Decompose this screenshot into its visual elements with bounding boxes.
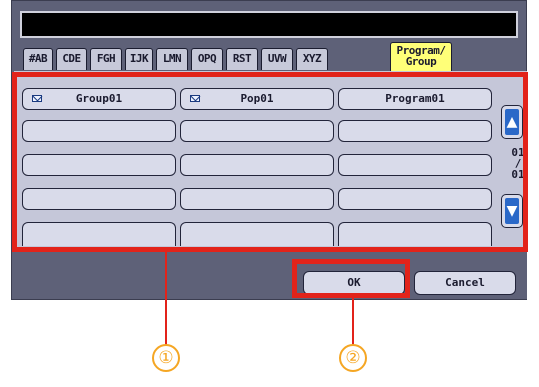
cancel-button[interactable]: Cancel xyxy=(414,271,516,295)
callout-marker-2: ② xyxy=(339,344,367,372)
tab-cde[interactable]: CDE xyxy=(56,48,87,70)
tab-xyz[interactable]: XYZ xyxy=(296,48,328,70)
tab-ijk[interactable]: IJK xyxy=(125,48,153,70)
callout-leader-line xyxy=(352,298,354,345)
tab-ab[interactable]: #AB xyxy=(23,48,53,70)
tab-program-group[interactable]: Program/ Group xyxy=(390,42,452,71)
tab-lmn[interactable]: LMN xyxy=(156,48,188,70)
tab-uvw[interactable]: UVW xyxy=(261,48,293,70)
callout-leader-line xyxy=(165,252,167,345)
address-display xyxy=(20,11,518,38)
callout-marker-1: ① xyxy=(152,344,180,372)
tab-opq[interactable]: OPQ xyxy=(191,48,223,70)
highlight-address-list xyxy=(12,72,528,252)
highlight-ok-button xyxy=(292,259,410,298)
tab-fgh[interactable]: FGH xyxy=(90,48,122,70)
tab-rst[interactable]: RST xyxy=(226,48,258,70)
